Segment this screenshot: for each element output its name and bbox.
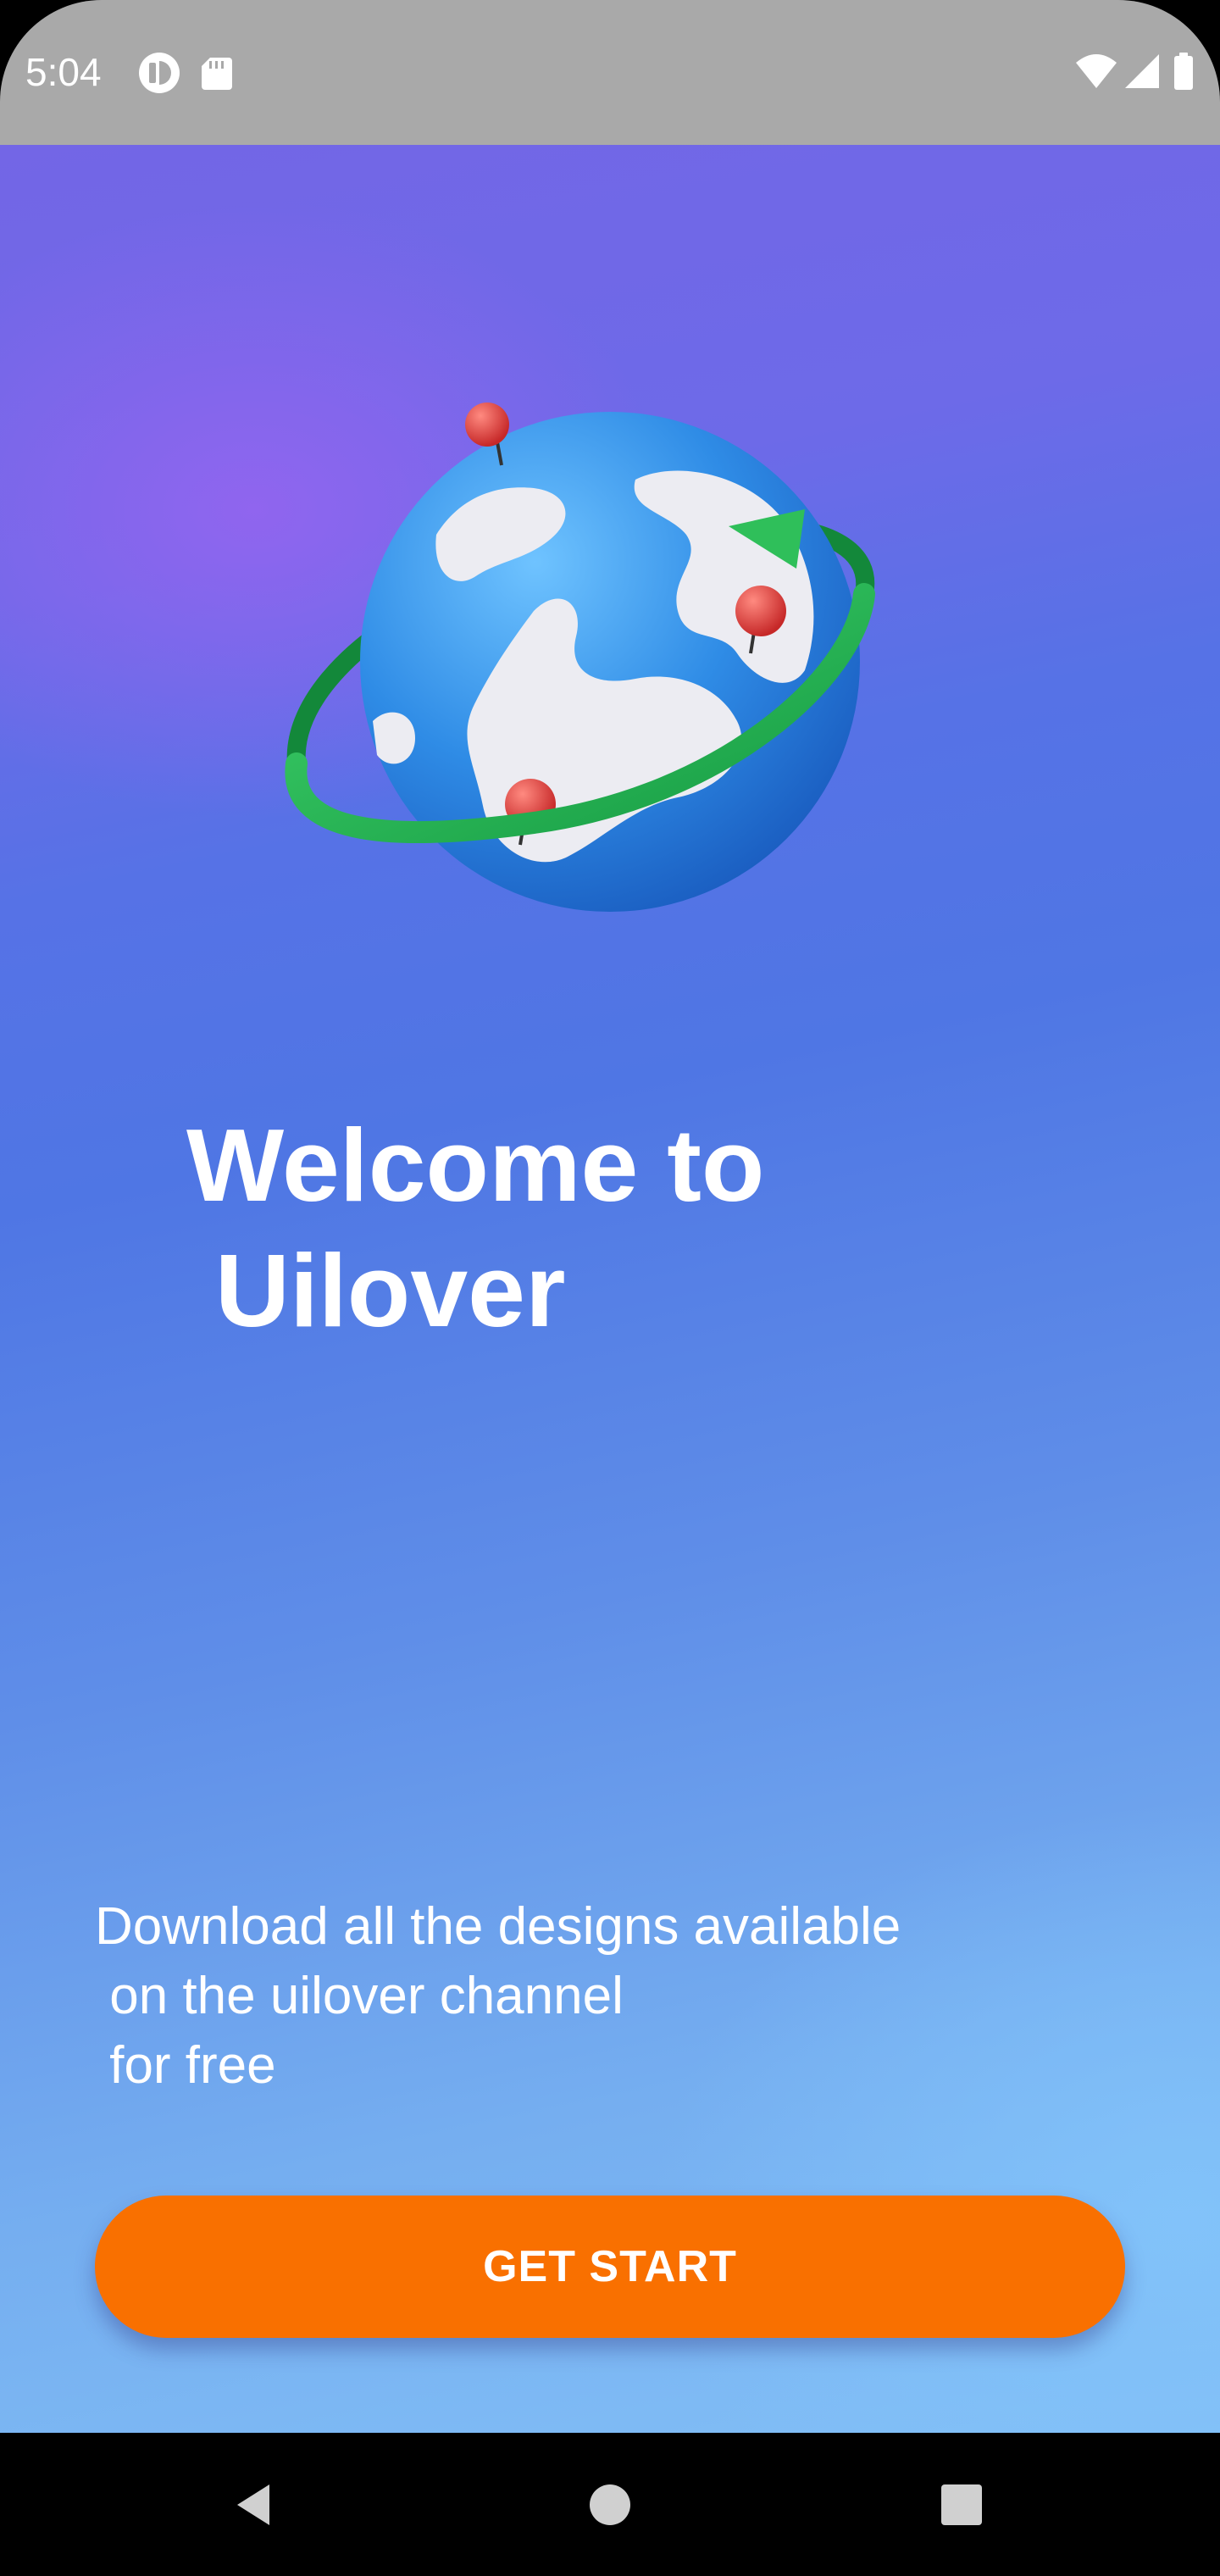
home-button[interactable] bbox=[563, 2458, 657, 2551]
status-right-icons bbox=[1074, 51, 1201, 99]
status-left-icons bbox=[137, 51, 239, 99]
globe-illustration bbox=[280, 399, 957, 950]
onboarding-screen: Welcome to Uilover Download all the desi… bbox=[0, 145, 1220, 2433]
status-bar: 5:04 bbox=[0, 0, 1220, 145]
recents-button[interactable] bbox=[915, 2458, 1008, 2551]
description-text: Download all the designs available on th… bbox=[95, 1897, 901, 2095]
back-icon bbox=[237, 2484, 269, 2525]
app-notification-icon bbox=[139, 53, 180, 93]
battery-icon bbox=[1174, 53, 1193, 90]
wifi-icon bbox=[1076, 54, 1117, 88]
phone-screen: 5:04 Welcome to Uilover Download all the… bbox=[0, 0, 1220, 2576]
welcome-title: Welcome to Uilover bbox=[186, 1108, 765, 1348]
cellular-signal-icon bbox=[1125, 54, 1159, 88]
recents-icon bbox=[941, 2484, 982, 2525]
status-time: 5:04 bbox=[25, 50, 102, 94]
navigation-bar bbox=[0, 2433, 1220, 2576]
sd-card-icon bbox=[202, 58, 232, 90]
get-start-button[interactable]: GET START bbox=[95, 2196, 1125, 2338]
home-icon bbox=[590, 2484, 630, 2525]
back-button[interactable] bbox=[208, 2458, 301, 2551]
